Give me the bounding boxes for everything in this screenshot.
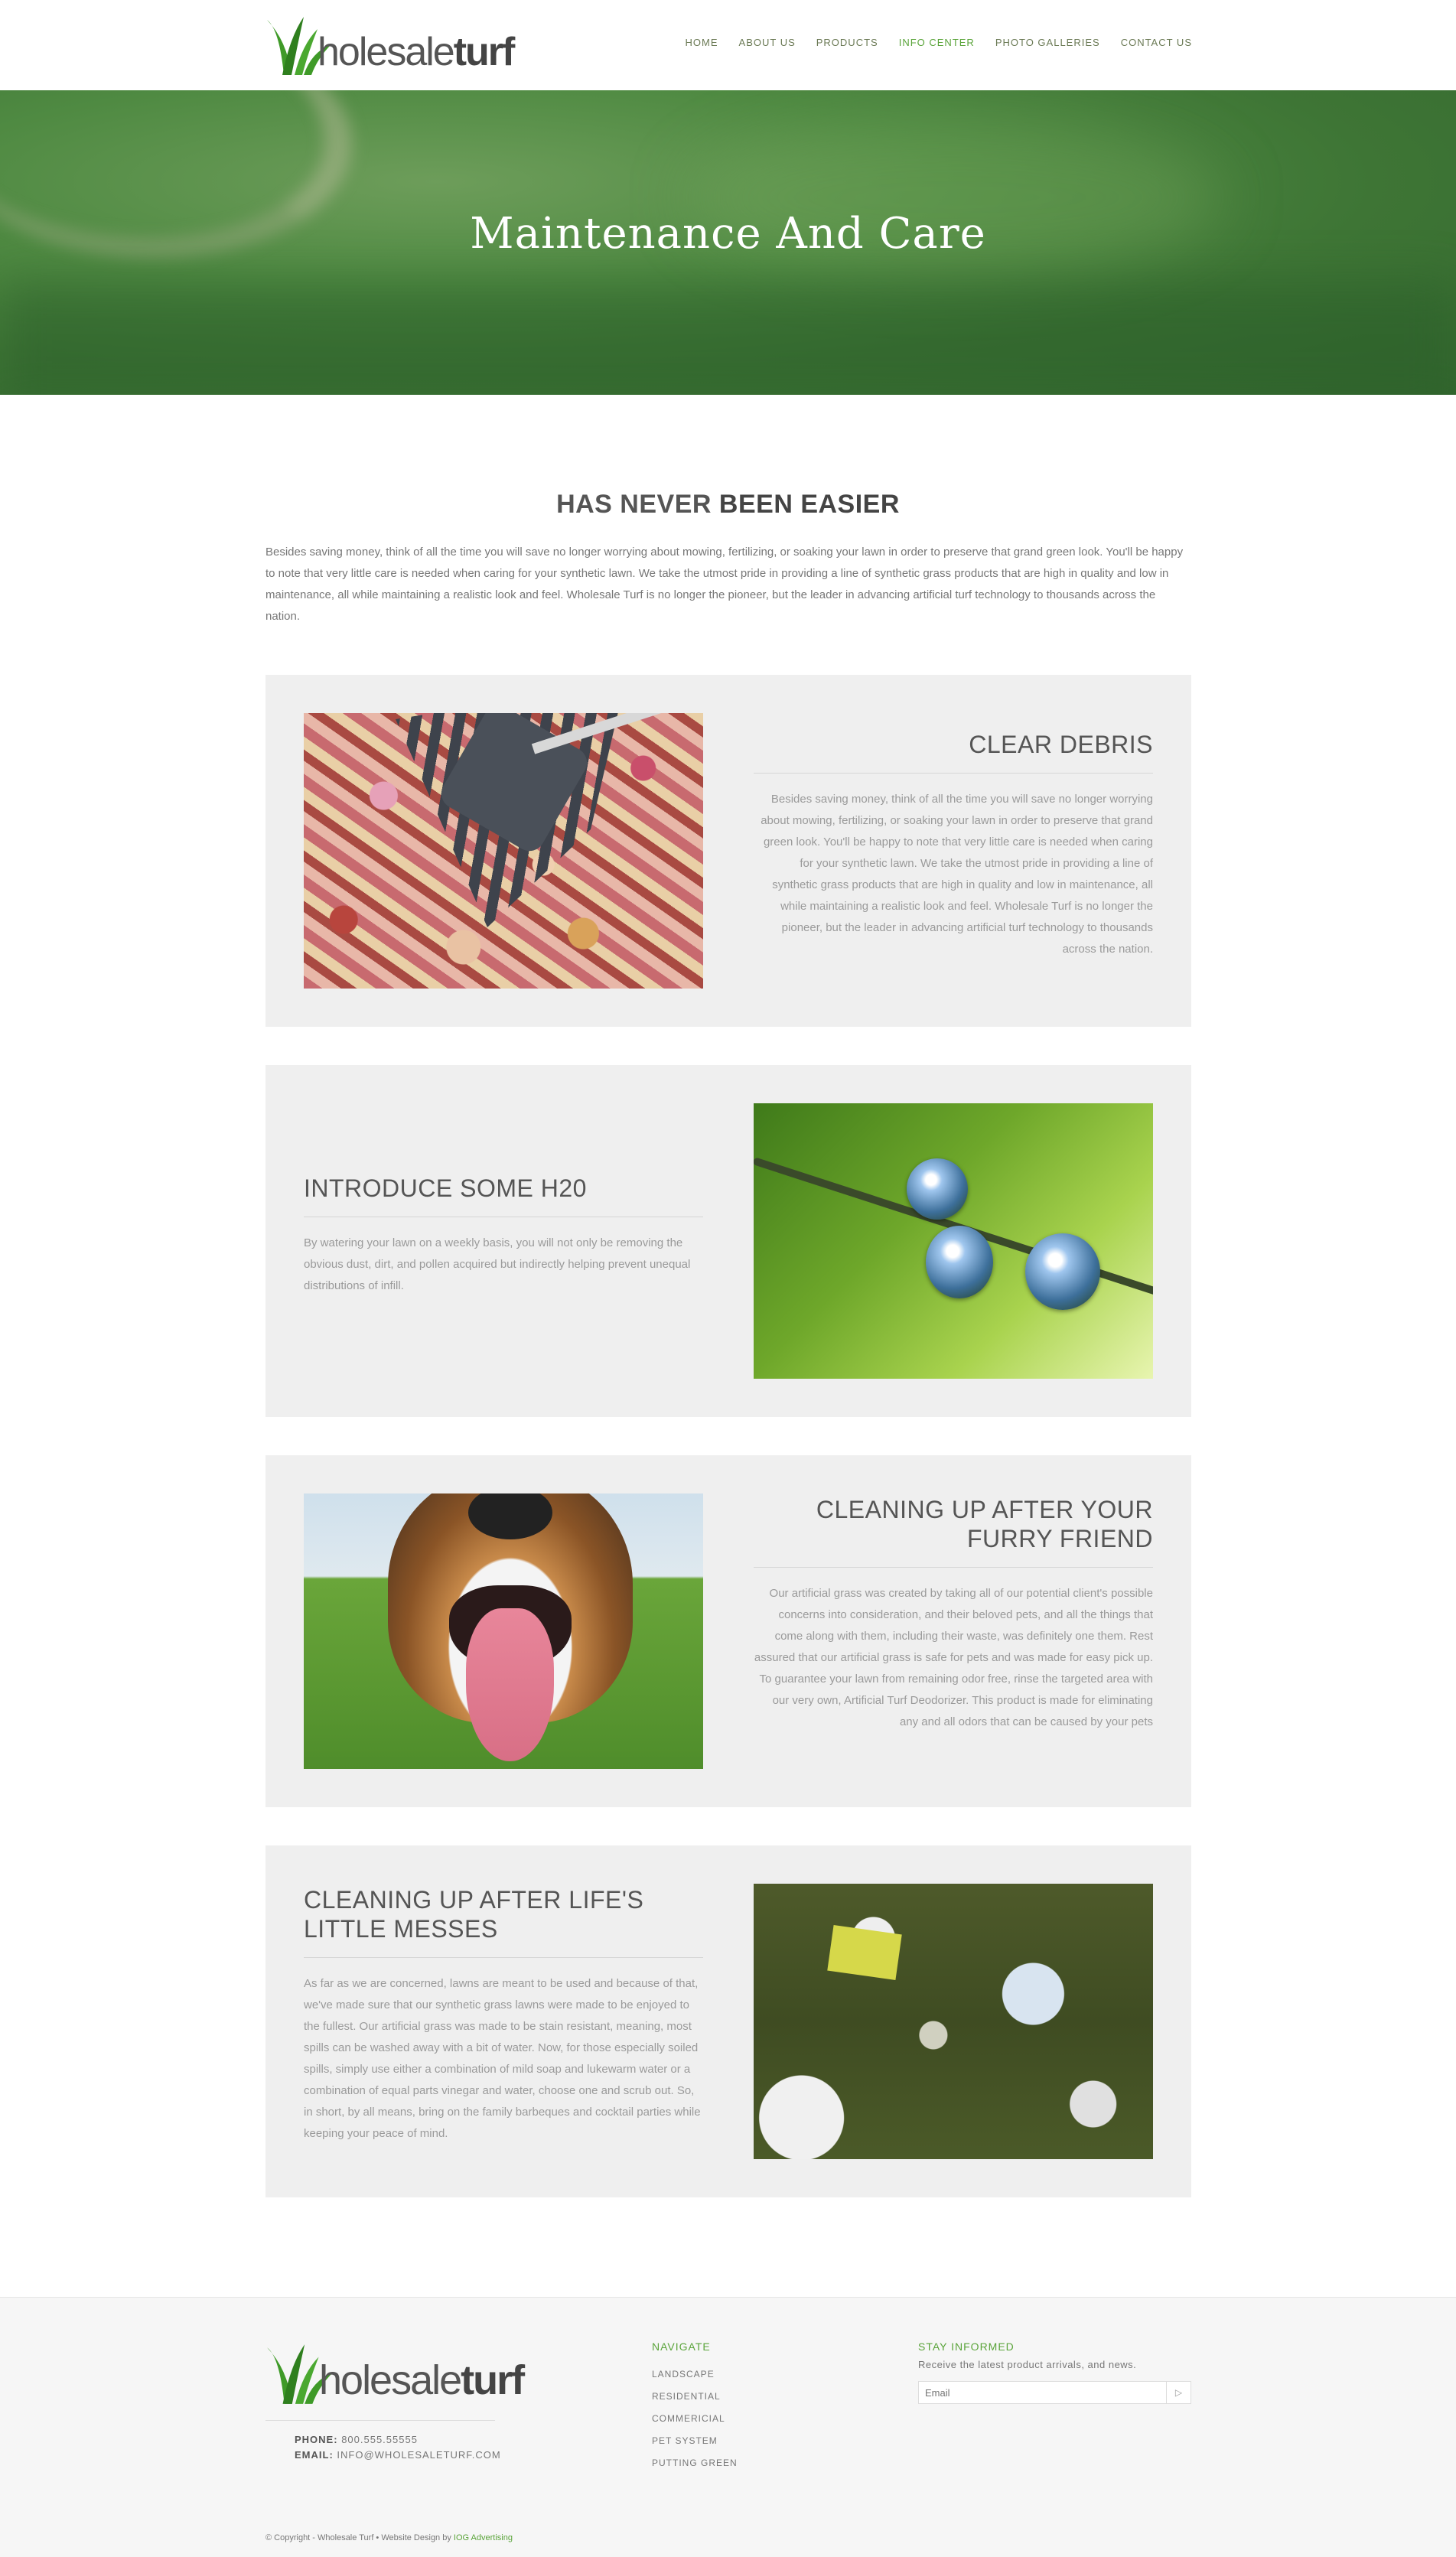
footer-navigate: NAVIGATE LANDSCAPE RESIDENTIAL COMMERICI…: [652, 2340, 738, 2474]
section-furry-friend: CLEANING UP AFTER YOUR FURRY FRIEND Our …: [265, 1455, 1191, 1807]
footer-divider: [265, 2420, 495, 2421]
intro-title: HAS NEVER BEEN EASIER: [0, 490, 1456, 520]
email-label: EMAIL:: [295, 2449, 334, 2461]
newsletter-form: ▷: [918, 2381, 1191, 2404]
newsletter-email-input[interactable]: [919, 2382, 1166, 2403]
nav-photo-galleries[interactable]: PHOTO GALLERIES: [995, 37, 1100, 48]
section-title: INTRODUCE SOME H20: [304, 1174, 703, 1217]
footer-link-commercial[interactable]: COMMERICIAL: [652, 2408, 738, 2430]
phone-label: PHONE:: [295, 2434, 338, 2445]
logo-text-light: holesale: [319, 2357, 462, 2403]
stay-text: Receive the latest product arrivals, and…: [918, 2359, 1137, 2370]
footer-stay-informed: STAY INFORMED Receive the latest product…: [918, 2340, 1191, 2404]
footer-contact: PHONE: 800.555.55555 EMAIL: INFO@WHOLESA…: [295, 2432, 501, 2463]
page-title: Maintenance And Care: [470, 209, 986, 259]
site-footer: holesaleturf PHONE: 800.555.55555 EMAIL:…: [0, 2297, 1456, 2557]
designer-link[interactable]: IOG Advertising: [454, 2533, 513, 2542]
site-logo[interactable]: holesaleturf: [264, 14, 515, 78]
footer-link-residential[interactable]: RESIDENTIAL: [652, 2386, 738, 2408]
copyright: © Copyright - Wholesale Turf • Website D…: [265, 2533, 513, 2542]
email-value[interactable]: INFO@WHOLESALETURF.COM: [337, 2449, 500, 2461]
phone-value[interactable]: 800.555.55555: [341, 2434, 418, 2445]
footer-logo[interactable]: holesaleturf: [264, 2340, 525, 2409]
litter-on-grass-image: [754, 1884, 1153, 2159]
intro-title-bold: BEEN EASIER: [718, 490, 900, 519]
newsletter-submit-button[interactable]: ▷: [1166, 2382, 1191, 2403]
section-title: CLEAR DEBRIS: [754, 730, 1153, 774]
section-text: By watering your lawn on a weekly basis,…: [304, 1236, 691, 1292]
section-text: Our artificial grass was created by taki…: [754, 1587, 1153, 1728]
footer-link-pet-system[interactable]: PET SYSTEM: [652, 2430, 738, 2452]
footer-link-putting-green[interactable]: PUTTING GREEN: [652, 2452, 738, 2474]
nav-contact-us[interactable]: CONTACT US: [1121, 37, 1192, 48]
logo-text-bold: turf: [453, 30, 516, 74]
section-clear-debris: CLEAR DEBRIS Besides saving money, think…: [265, 675, 1191, 1027]
intro-text: Besides saving money, think of all the t…: [265, 546, 1184, 623]
section-little-messes: CLEANING UP AFTER LIFE'S LITTLE MESSES A…: [265, 1845, 1191, 2197]
water-drops-image: [754, 1103, 1153, 1379]
nav-home[interactable]: HOME: [686, 37, 718, 48]
nav-about-us[interactable]: ABOUT US: [739, 37, 796, 48]
section-text: As far as we are concerned, lawns are me…: [304, 1977, 701, 2140]
logo-text-light: holesale: [318, 30, 455, 74]
section-title: CLEANING UP AFTER LIFE'S LITTLE MESSES: [304, 1885, 703, 1958]
dog-on-grass-image: [304, 1493, 703, 1769]
site-header: holesaleturf HOME ABOUT US PRODUCTS INFO…: [0, 0, 1456, 90]
section-introduce-h20: INTRODUCE SOME H20 By watering your lawn…: [265, 1065, 1191, 1417]
section-title: CLEANING UP AFTER YOUR FURRY FRIEND: [754, 1495, 1153, 1568]
logo-text-bold: turf: [461, 2357, 525, 2403]
navigate-heading: NAVIGATE: [652, 2340, 711, 2353]
hero-banner: Maintenance And Care: [0, 90, 1456, 395]
main-nav: HOME ABOUT US PRODUCTS INFO CENTER PHOTO…: [686, 37, 1192, 48]
nav-products[interactable]: PRODUCTS: [816, 37, 878, 48]
copyright-text: © Copyright - Wholesale Turf • Website D…: [265, 2533, 454, 2542]
section-text: Besides saving money, think of all the t…: [761, 793, 1153, 956]
intro-title-light: HAS NEVER: [556, 490, 719, 519]
nav-info-center[interactable]: INFO CENTER: [899, 37, 975, 48]
rake-leaves-image: [304, 713, 703, 989]
hero-shade-decoration: [0, 282, 1456, 395]
stay-heading: STAY INFORMED: [918, 2340, 1015, 2353]
footer-link-landscape[interactable]: LANDSCAPE: [652, 2363, 738, 2386]
